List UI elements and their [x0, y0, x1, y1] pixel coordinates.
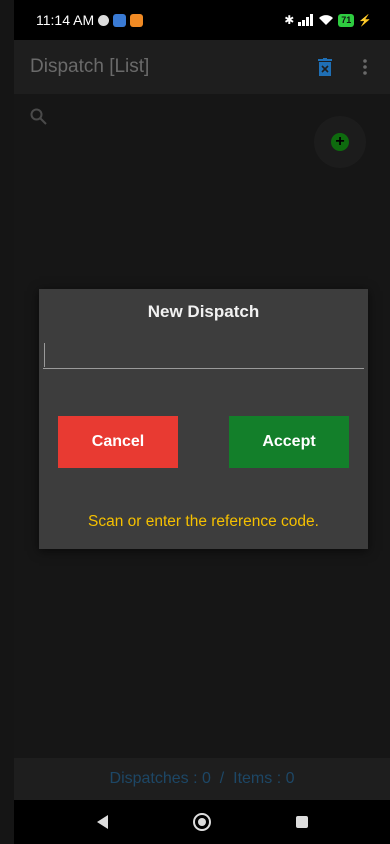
reference-code-input[interactable] [43, 339, 364, 369]
signal-icon [298, 14, 314, 26]
overflow-menu-button[interactable] [350, 52, 380, 82]
dialog-hint: Scan or enter the reference code. [88, 513, 319, 530]
cancel-button[interactable]: Cancel [58, 416, 178, 468]
charging-icon: ⚡ [358, 14, 372, 27]
status-left: 11:14 AM [36, 12, 144, 28]
trash-icon [318, 58, 332, 76]
delete-all-button[interactable] [310, 52, 340, 82]
summary-footer: Dispatches : 0 / Items : 0 [14, 758, 390, 800]
dialog-title: New Dispatch [147, 302, 260, 321]
app-notification-icon [113, 13, 127, 27]
app-notification-icon-2 [130, 13, 144, 27]
wifi-icon [319, 15, 334, 25]
kebab-menu-icon [363, 59, 367, 75]
search-icon [30, 108, 47, 125]
accept-button[interactable]: Accept [229, 416, 349, 468]
add-dispatch-button[interactable]: + [314, 116, 366, 168]
battery-indicator: 71 [338, 13, 355, 27]
page-title: Dispatch [List] [30, 56, 150, 77]
system-nav-bar [14, 800, 390, 844]
summary-text: Dispatches : 0 / Items : 0 [109, 770, 295, 787]
search-button[interactable] [30, 108, 47, 130]
back-icon[interactable] [96, 815, 108, 829]
plus-circle-icon: + [331, 133, 349, 151]
status-bar: 11:14 AM ✱ 71 ⚡ [14, 0, 390, 40]
recents-icon[interactable] [295, 816, 308, 828]
status-right: ✱ 71 ⚡ [284, 13, 372, 27]
status-time: 11:14 AM [36, 12, 95, 28]
text-cursor [44, 343, 45, 367]
new-dispatch-dialog: New Dispatch Cancel Accept Scan or enter… [39, 289, 368, 549]
home-icon[interactable] [192, 813, 211, 831]
app-bar: Dispatch [List] [14, 40, 390, 94]
bluetooth-icon: ✱ [284, 13, 295, 27]
alarm-icon [98, 14, 110, 26]
